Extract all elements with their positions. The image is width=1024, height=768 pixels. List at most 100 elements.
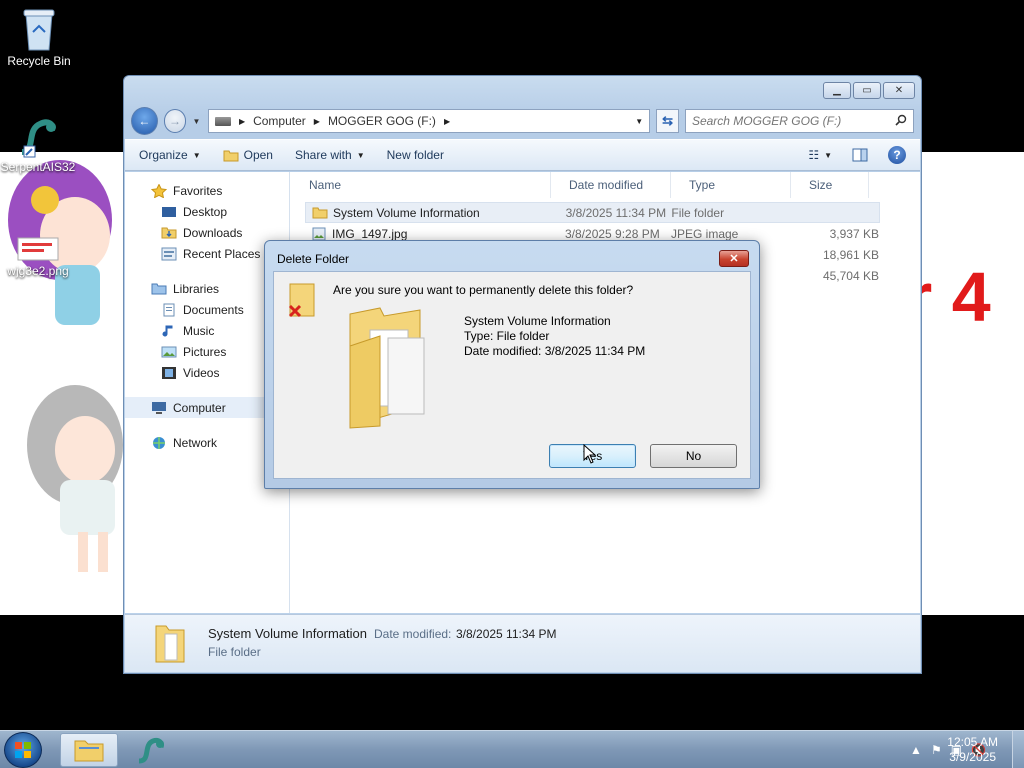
nav-label: Desktop [183,204,228,219]
serpent-icon [21,119,56,158]
close-icon: ✕ [729,253,739,265]
refresh-button[interactable]: ⇆ [656,109,679,133]
address-dropdown-icon[interactable]: ▼ [635,117,643,126]
delete-folder-dialog: Delete Folder ✕ Are you sure you want to… [264,240,760,489]
music-icon [161,324,177,338]
taskbar: ▲ ⚑ ▣ 🔇 12:05 AM 3/9/2025 [0,730,1024,768]
breadcrumb-drive[interactable]: MOGGER GOG (F:) [328,114,436,128]
dialog-body: Are you sure you want to permanently del… [273,271,751,479]
nav-downloads[interactable]: Downloads [125,222,289,243]
back-button[interactable]: ← [131,107,158,135]
maximize-button[interactable]: ▭ [853,82,881,99]
open-folder-icon [223,150,239,161]
folder-large-icon [349,307,425,429]
preview-pane-icon [852,148,868,162]
chevron-right-icon[interactable]: ▶ [239,117,245,126]
close-button[interactable]: ✕ [883,82,915,99]
documents-icon [161,303,177,317]
dialog-file-info: System Volume Information Type: File fol… [464,314,645,359]
close-icon: ✕ [894,85,904,96]
desktop-icon-serpent[interactable]: SerpentAIS32 [0,112,76,174]
recent-pages-dropdown[interactable]: ▼ [192,117,201,126]
share-with-menu[interactable]: Share with ▼ [295,148,365,162]
column-header-size[interactable]: Size [791,172,869,198]
network-icon [151,436,167,450]
details-date-value: 3/8/2025 11:34 PM [456,627,557,641]
nav-label: Network [173,435,218,450]
delete-folder-icon [288,283,315,318]
file-size: 45,704 KB [822,268,879,283]
downloads-folder-icon [161,226,177,240]
column-headers: Name Date modified Type Size [291,172,920,198]
clock-time: 12:05 AM [947,735,998,749]
nav-label: Pictures [183,344,227,359]
show-desktop-button[interactable] [1012,731,1024,768]
back-arrow-icon: ← [138,114,151,128]
open-button[interactable]: Open [223,148,273,162]
nav-label: Computer [173,400,226,415]
desktop-icon-wjg3e2[interactable]: wjg3e2.png [0,236,76,278]
help-icon: ? [893,148,901,162]
column-header-date[interactable]: Date modified [551,172,671,198]
forward-button[interactable]: → [163,109,187,133]
nav-label: Documents [183,302,244,317]
refresh-icon: ⇆ [662,113,673,128]
action-center-flag-icon[interactable]: ⚑ [931,743,942,757]
address-bar[interactable]: ▶ Computer ▶ MOGGER GOG (F:) ▶ ▼ [207,109,651,133]
file-name: System Volume Information [333,205,480,220]
new-folder-button[interactable]: New folder [387,148,444,162]
chevron-down-icon: ▼ [192,150,201,160]
pictures-icon [161,345,177,359]
change-view-button[interactable]: ☷ ▼ [808,148,832,162]
help-button[interactable]: ? [888,146,906,164]
organize-menu[interactable]: Organize ▼ [139,148,201,162]
wallpaper-character-art [8,160,123,572]
column-header-name[interactable]: Name [291,172,551,198]
taskbar-serpent-button[interactable] [122,733,180,767]
start-button[interactable] [4,732,42,768]
column-header-type[interactable]: Type [671,172,791,198]
nav-label: Libraries [173,281,220,296]
window-controls: ▁ ▭ ✕ [823,82,915,99]
dialog-item-name: System Volume Information [464,314,611,328]
chevron-right-icon[interactable]: ▶ [444,117,450,126]
details-item-type: File folder [208,645,261,659]
breadcrumb-computer[interactable]: Computer [253,114,306,128]
nav-label: Favorites [173,183,223,198]
taskbar-explorer-button[interactable] [60,733,118,767]
preview-pane-button[interactable] [852,148,868,162]
forward-arrow-icon: → [169,114,182,128]
chevron-down-icon: ▼ [824,150,832,160]
dialog-item-type: Type: File folder [464,329,550,343]
organize-label: Organize [139,148,188,162]
nav-label: Recent Places [183,246,261,261]
tray-clock[interactable]: 12:05 AM 3/9/2025 [947,735,998,765]
desktop: r 4 Recycle Bin SerpentAIS32 wjg3e2.png … [0,0,1024,730]
clock-date: 3/9/2025 [949,750,996,764]
desktop-icon-recycle-bin[interactable]: Recycle Bin [1,6,77,68]
dialog-title: Delete Folder [277,252,350,266]
show-hidden-icons-icon[interactable]: ▲ [910,743,922,757]
no-button[interactable]: No [650,444,737,468]
details-date-label: Date modified: [374,627,452,641]
search-icon[interactable] [895,114,907,129]
dialog-close-button[interactable]: ✕ [719,250,749,267]
share-with-label: Share with [294,148,352,162]
command-bar: Organize ▼ Open Share with ▼ New folder … [125,139,920,171]
recent-places-icon [161,247,177,261]
image-file-icon [17,237,59,261]
chevron-right-icon[interactable]: ▶ [314,117,320,126]
file-row[interactable]: System Volume Information 3/8/2025 11:34… [305,202,880,223]
minimize-button[interactable]: ▁ [823,82,851,99]
videos-icon [161,366,177,380]
search-box[interactable] [684,109,914,133]
windows-logo-icon [15,742,31,758]
view-controls: ☷ ▼ ? [808,146,906,164]
file-size: 3,937 KB [829,226,879,241]
file-type: JPEG image [671,226,739,241]
nav-favorites[interactable]: Favorites [125,180,289,201]
nav-label: Downloads [183,225,243,240]
nav-desktop[interactable]: Desktop [125,201,289,222]
search-input[interactable] [691,114,892,128]
serpent-icon [138,738,164,764]
